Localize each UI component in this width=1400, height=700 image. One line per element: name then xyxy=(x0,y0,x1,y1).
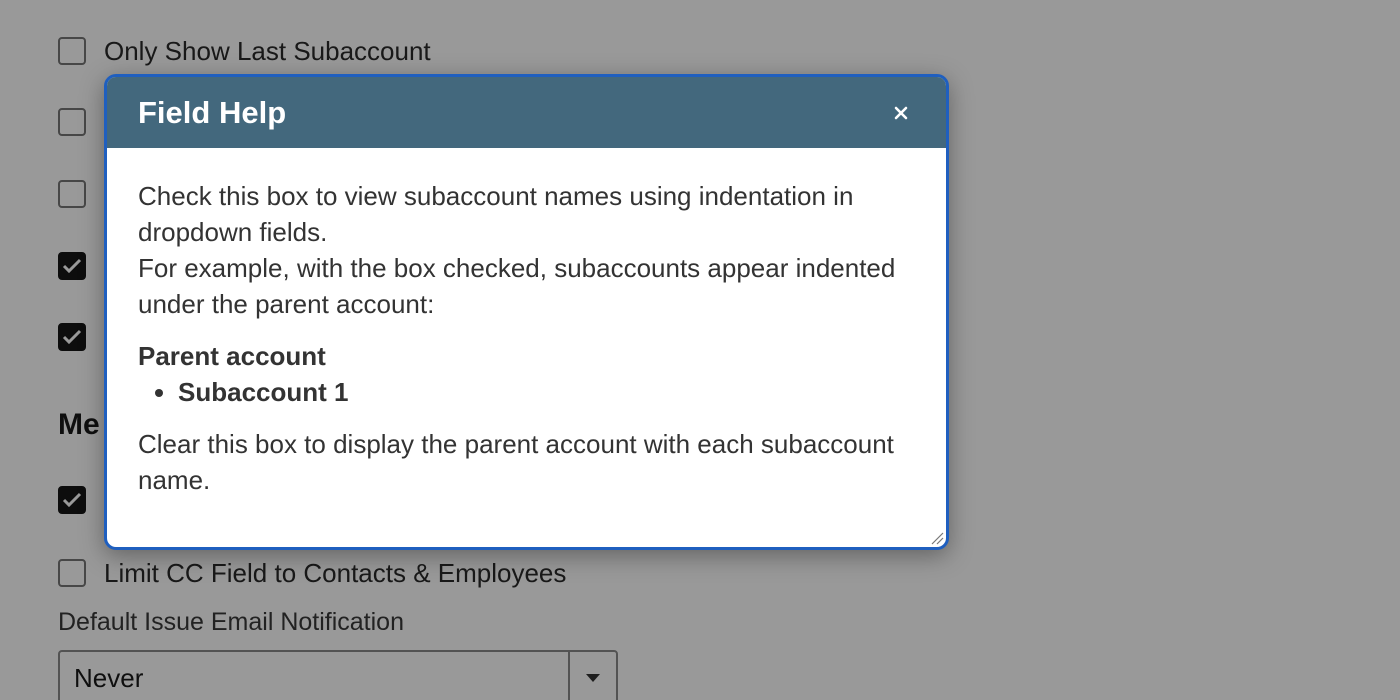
field-help-dialog: Field Help Check this box to view subacc… xyxy=(104,74,949,550)
dialog-title: Field Help xyxy=(138,94,287,130)
resize-grip-icon[interactable] xyxy=(928,529,944,545)
close-button[interactable] xyxy=(886,98,916,128)
close-icon xyxy=(894,106,908,119)
dialog-header: Field Help xyxy=(107,77,946,148)
dialog-body: Check this box to view subaccount names … xyxy=(107,148,946,518)
example-subaccount-list: Subaccount 1 xyxy=(138,374,916,410)
help-paragraph-1: Check this box to view subaccount names … xyxy=(138,181,854,247)
help-paragraph-2: For example, with the box checked, subac… xyxy=(138,253,896,319)
help-paragraph-3: Clear this box to display the parent acc… xyxy=(138,429,894,495)
list-item: Subaccount 1 xyxy=(178,374,916,410)
example-parent-account: Parent account xyxy=(138,341,326,371)
